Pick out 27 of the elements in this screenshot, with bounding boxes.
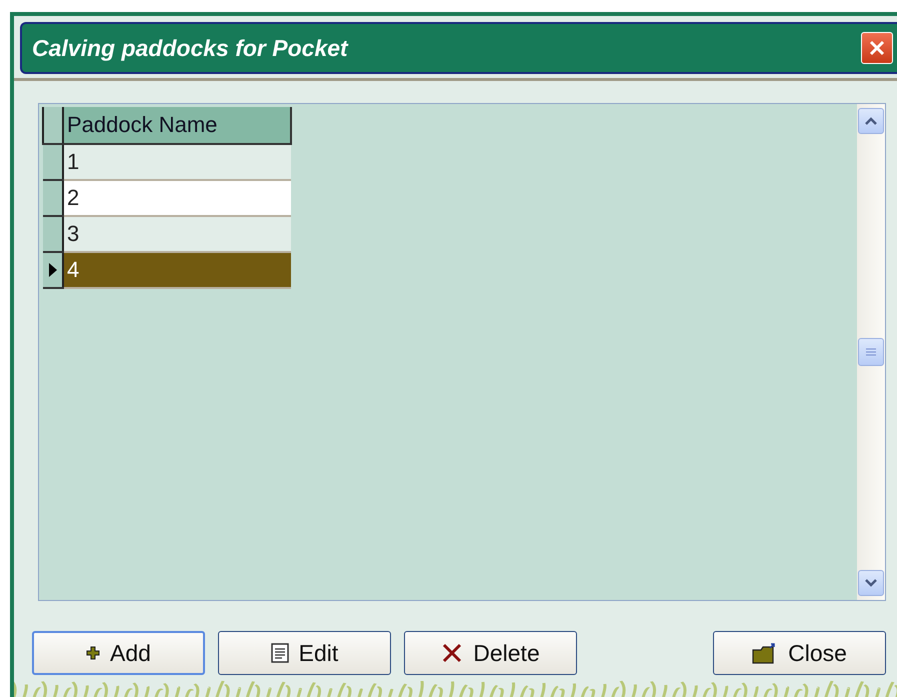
scroll-down-button[interactable] xyxy=(858,570,884,596)
chevron-up-icon xyxy=(865,117,877,125)
row-selector[interactable] xyxy=(43,180,63,216)
scroll-thumb[interactable] xyxy=(858,338,884,366)
table-cell[interactable]: 1 xyxy=(63,144,291,180)
table-cell[interactable]: 2 xyxy=(63,180,291,216)
close-button[interactable] xyxy=(861,32,893,64)
window-title: Calving paddocks for Pocket xyxy=(32,34,348,62)
edit-button[interactable]: Edit xyxy=(218,631,391,675)
chevron-down-icon xyxy=(865,579,877,587)
row-selector[interactable] xyxy=(43,216,63,252)
close-button[interactable]: Close xyxy=(713,631,886,675)
add-button[interactable]: Add xyxy=(32,631,205,675)
current-row-icon xyxy=(49,263,57,277)
delete-icon xyxy=(441,642,464,664)
row-selector[interactable] xyxy=(43,144,63,180)
table-cell[interactable]: 3 xyxy=(63,216,291,252)
delete-button[interactable]: Delete xyxy=(404,631,577,675)
header-corner xyxy=(43,107,63,144)
document-icon xyxy=(270,643,289,663)
row-selector[interactable] xyxy=(43,252,63,288)
scroll-up-button[interactable] xyxy=(858,108,884,134)
column-header[interactable]: Paddock Name xyxy=(63,107,291,144)
close-icon xyxy=(867,38,887,58)
table-cell[interactable]: 4 xyxy=(63,252,291,288)
plus-icon xyxy=(86,646,100,660)
vertical-scrollbar[interactable] xyxy=(857,104,885,600)
